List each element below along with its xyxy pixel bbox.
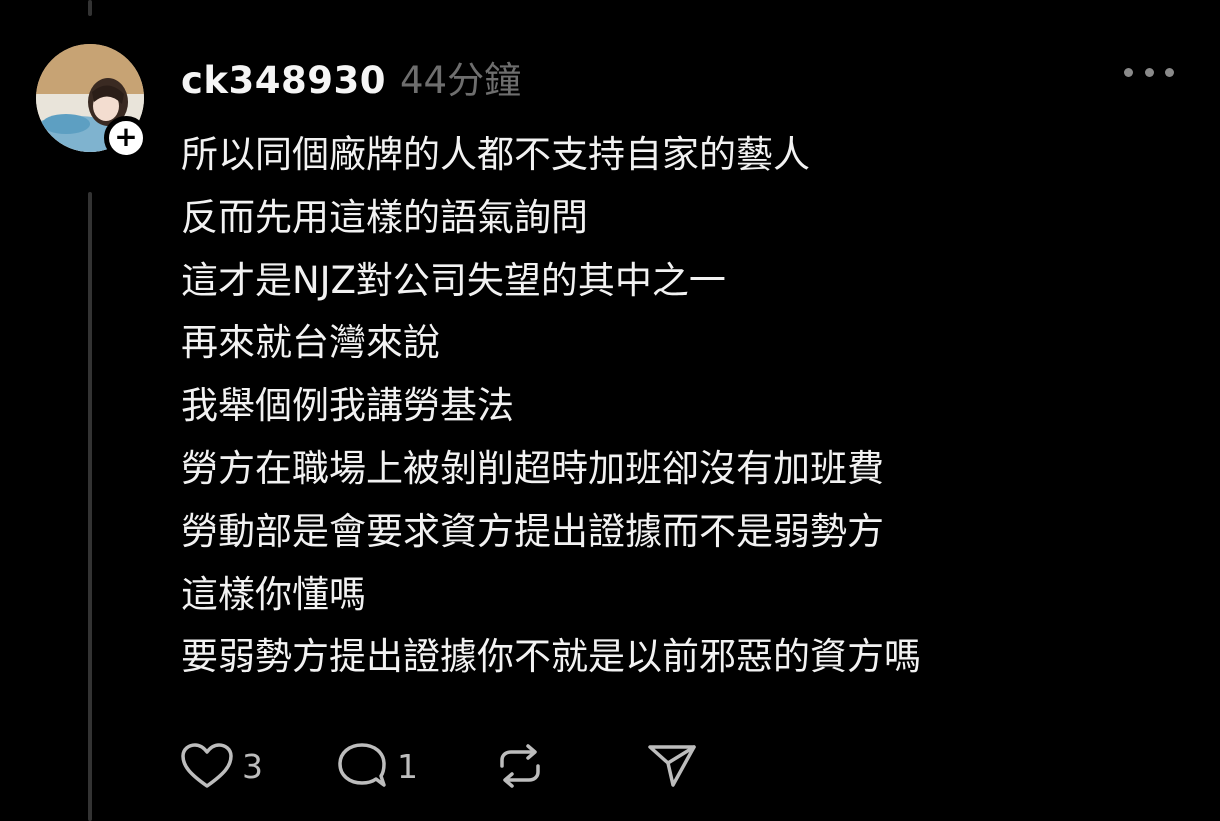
more-horizontal-icon-dot [1144, 67, 1154, 77]
thread-line [88, 192, 92, 821]
repost-button[interactable] [494, 740, 546, 792]
post-timestamp: 44分鐘 [400, 59, 522, 102]
post-text-line: 勞動部是會要求資方提出證據而不是弱勢方 [181, 509, 884, 553]
like-button[interactable]: 3 [180, 742, 263, 790]
repost-icon [494, 740, 546, 792]
share-button[interactable] [646, 741, 698, 791]
reply-button[interactable]: 1 [335, 741, 418, 791]
post-text-line: 這才是NJZ對公司失望的其中之一 [181, 258, 726, 302]
plus-icon: + [114, 120, 138, 153]
avatar-container[interactable]: + [36, 44, 148, 160]
post-text-line: 再來就台灣來說 [181, 321, 440, 365]
post-actions-bar: 3 1 [180, 738, 698, 794]
more-horizontal-icon [1124, 67, 1133, 77]
post-text-line: 所以同個廠牌的人都不支持自家的藝人 [181, 133, 810, 176]
post-text-line: 勞方在職場上被剝削超時加班卻沒有加班費 [181, 446, 884, 490]
follow-button[interactable]: + [104, 116, 148, 160]
like-count: 3 [242, 746, 263, 786]
more-horizontal-icon-dot [1165, 67, 1174, 77]
post-text-line: 要弱勢方提出證據你不就是以前邪惡的資方嗎 [181, 635, 921, 679]
heart-icon [180, 742, 234, 790]
post-body: 所以同個廠牌的人都不支持自家的藝人 反而先用這樣的語氣詢問 這才是NJZ對公司失… [181, 124, 1181, 689]
post-text-line: 反而先用這樣的語氣詢問 [181, 195, 588, 239]
reply-count: 1 [397, 746, 418, 786]
comment-bubble-icon [335, 741, 389, 791]
post-header: ck348930 44分鐘 [181, 50, 521, 102]
username-link[interactable]: ck348930 [181, 59, 386, 102]
more-options-button[interactable] [1124, 62, 1174, 82]
post-text-line: 這樣你懂嗎 [181, 572, 366, 616]
post-text-line: 我舉個例我講勞基法 [181, 384, 514, 428]
send-icon [646, 741, 698, 791]
thread-line-top [88, 0, 92, 16]
